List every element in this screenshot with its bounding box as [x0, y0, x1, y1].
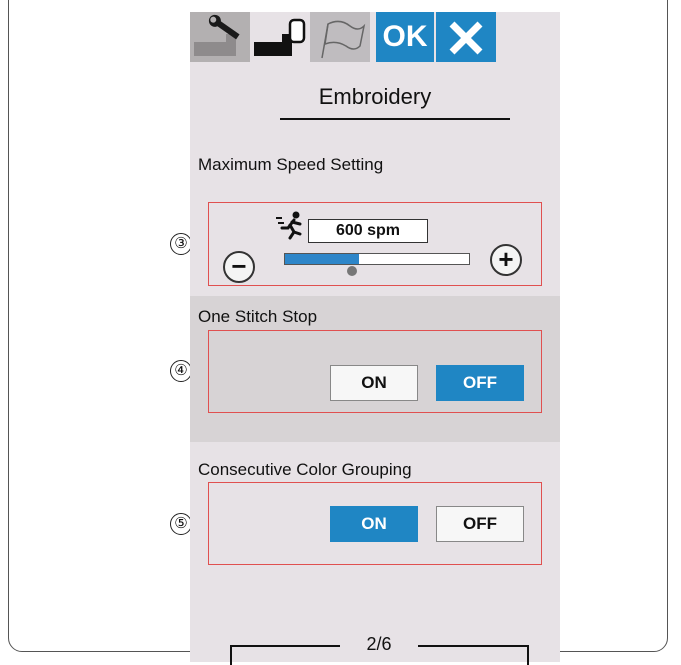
footer-line-left: [230, 645, 340, 647]
close-button[interactable]: [436, 12, 496, 62]
color-grouping-label: Consecutive Color Grouping: [198, 460, 412, 479]
speed-slider[interactable]: [284, 253, 470, 265]
speed-slider-fill: [285, 254, 359, 264]
tab-embroidery[interactable]: [250, 12, 310, 62]
tab-bar: OK: [190, 12, 560, 62]
speed-increase-button[interactable]: +: [490, 244, 522, 276]
tab-language[interactable]: [310, 12, 370, 62]
embroidery-machine-icon: [254, 18, 306, 56]
speed-slider-thumb[interactable]: [347, 266, 357, 276]
max-speed-label: Maximum Speed Setting: [198, 155, 384, 174]
page-indicator: 2/6: [366, 634, 392, 654]
one-stitch-stop-label: One Stitch Stop: [198, 307, 318, 326]
color-grouping-on-button[interactable]: ON: [330, 506, 418, 542]
wrench-machine-icon: [194, 14, 240, 56]
color-grouping-off-button[interactable]: OFF: [436, 506, 524, 542]
running-person-icon: [276, 211, 302, 240]
footer-stub-right: [527, 645, 529, 665]
flag-icon: [321, 20, 366, 59]
speed-decrease-button[interactable]: −: [223, 251, 255, 283]
close-icon: [449, 21, 483, 55]
ok-button-label: OK: [382, 20, 428, 53]
callout-5: ⑤: [170, 513, 192, 535]
one-stitch-stop-off-button[interactable]: OFF: [436, 365, 524, 401]
footer-stub-left: [230, 645, 232, 665]
tab-setup[interactable]: [190, 12, 250, 62]
plus-icon: +: [498, 244, 514, 274]
minus-icon: −: [231, 251, 247, 281]
page-title: Embroidery: [318, 84, 432, 109]
speed-value-display: 600 spm: [308, 219, 428, 243]
settings-screen: OK Embroidery Maximum Speed Setting − 60…: [190, 12, 560, 665]
one-stitch-stop-on-button[interactable]: ON: [330, 365, 418, 401]
callout-3: ③: [170, 233, 192, 255]
footer-line-right: [418, 645, 528, 647]
callout-4: ④: [170, 360, 192, 382]
max-speed-box: [208, 202, 542, 286]
title-underline: [280, 118, 510, 120]
ok-button[interactable]: OK: [376, 12, 434, 62]
